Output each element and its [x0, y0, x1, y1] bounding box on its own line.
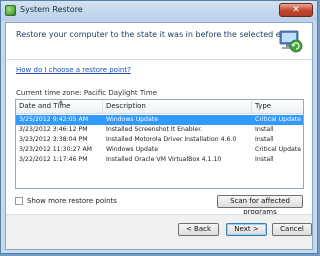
sort-up-icon: ▲	[59, 99, 63, 105]
column-header-type[interactable]: Type	[252, 100, 305, 113]
table-row[interactable]: 3/22/2012 1:17:46 PM Installed Oracle VM…	[16, 155, 303, 165]
next-button[interactable]: Next >	[226, 223, 267, 236]
show-more-label: Show more restore points	[27, 197, 117, 205]
system-restore-icon	[5, 5, 16, 16]
system-restore-window: System Restore ✕ Restore your computer t…	[0, 0, 318, 254]
row-date: 3/23/2012 3:38:04 PM	[19, 136, 88, 143]
back-button[interactable]: < Back	[178, 223, 219, 236]
row-type: Install	[255, 156, 274, 163]
row-date: 3/23/2012 11:30:27 AM	[19, 146, 93, 153]
row-description: Windows Update	[106, 146, 158, 153]
row-date: 3/25/2012 9:42:05 AM	[19, 116, 89, 123]
show-more-checkbox[interactable]	[15, 197, 23, 205]
computer-restore-icon	[279, 30, 303, 53]
cancel-button[interactable]: Cancel	[272, 223, 312, 236]
row-type: Install	[255, 136, 274, 143]
row-type: Critical Update	[255, 146, 302, 153]
row-description: Installed Motorola Driver Installation 4…	[106, 136, 237, 143]
table-row[interactable]: 3/23/2012 3:46:12 PM Installed Screensho…	[16, 125, 303, 135]
restore-points-list[interactable]: Date and Time ▲ Description Type 3/25/20…	[15, 99, 304, 189]
column-header-date[interactable]: Date and Time ▲	[16, 100, 103, 113]
row-type: Install	[255, 126, 274, 133]
header-divider	[6, 59, 312, 60]
table-row[interactable]: 3/25/2012 9:42:05 AM Windows Update Crit…	[16, 115, 303, 125]
help-link[interactable]: How do I choose a restore point?	[16, 66, 131, 74]
row-date: 3/23/2012 3:46:12 PM	[19, 126, 88, 133]
wizard-content: Restore your computer to the state it wa…	[5, 22, 313, 250]
row-description: Windows Update	[106, 116, 158, 123]
row-date: 3/22/2012 1:17:46 PM	[19, 156, 88, 163]
timezone-label: Current time zone: Pacific Daylight Time	[16, 89, 158, 97]
title-bar[interactable]: System Restore ✕	[1, 1, 317, 21]
window-title: System Restore	[20, 5, 83, 14]
table-row[interactable]: 3/23/2012 11:30:27 AM Windows Update Cri…	[16, 145, 303, 155]
close-button[interactable]: ✕	[279, 3, 313, 17]
scan-affected-programs-button[interactable]: Scan for affected programs	[217, 195, 303, 216]
page-title: Restore your computer to the state it wa…	[16, 30, 299, 39]
row-description: Installed Oracle VM VirtualBox 4.1.10	[106, 156, 222, 163]
row-type: Critical Update	[255, 116, 302, 123]
table-row[interactable]: 3/23/2012 3:38:04 PM Installed Motorola …	[16, 135, 303, 145]
list-header: Date and Time ▲ Description Type	[16, 100, 303, 114]
show-more-restore-points[interactable]: Show more restore points	[15, 196, 135, 208]
column-header-description[interactable]: Description	[103, 100, 252, 113]
row-description: Installed Screenshot It Enabler.	[106, 126, 203, 133]
